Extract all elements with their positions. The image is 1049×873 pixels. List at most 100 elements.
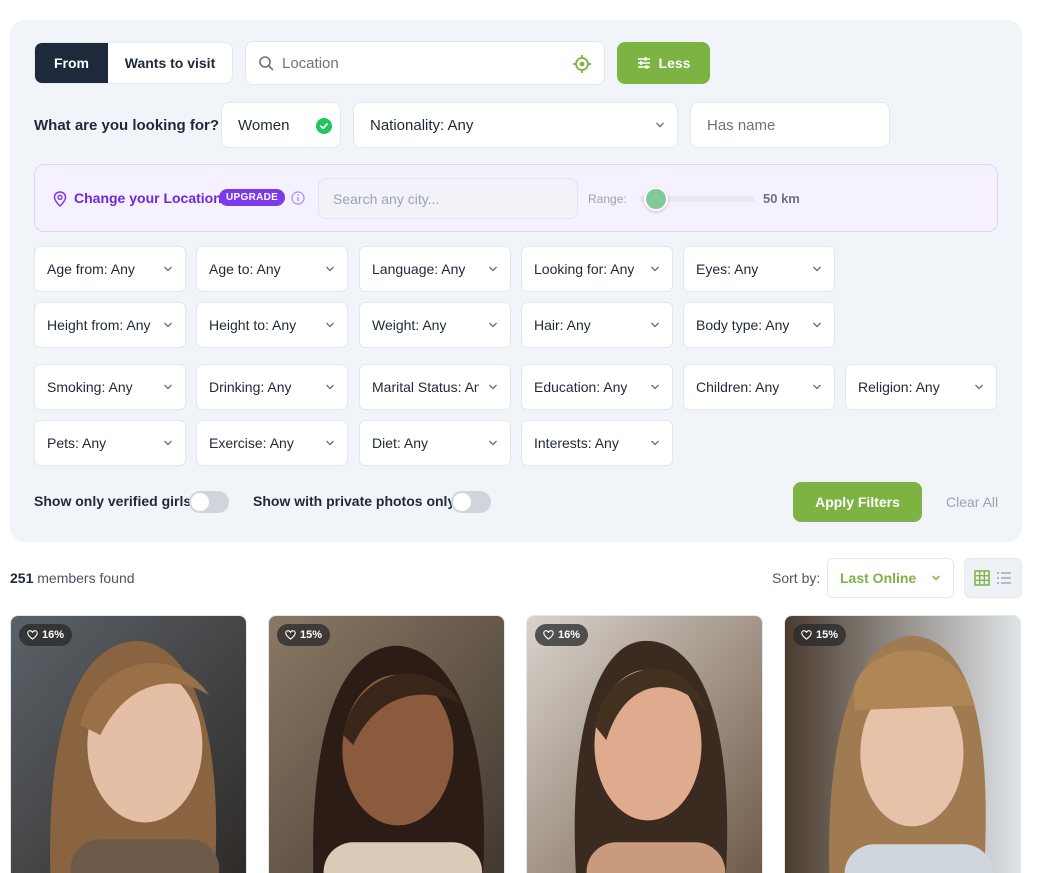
- filter-select[interactable]: Age to: Any: [196, 246, 348, 292]
- filter-select[interactable]: Looking for: Any: [521, 246, 673, 292]
- match-badge: 15%: [793, 624, 847, 646]
- private-photos-switch[interactable]: [451, 491, 491, 513]
- filter-select-label: Eyes: Any: [696, 261, 759, 277]
- range-slider-handle[interactable]: [644, 187, 668, 211]
- member-card[interactable]: 15%: [784, 615, 1021, 873]
- info-icon[interactable]: [291, 191, 305, 205]
- filter-select[interactable]: Height from: Any: [34, 302, 186, 348]
- filter-select[interactable]: Drinking: Any: [196, 364, 348, 410]
- sliders-icon: [637, 57, 650, 69]
- filter-select-label: Education: Any: [534, 379, 628, 395]
- filter-select[interactable]: Pets: Any: [34, 420, 186, 466]
- filter-select-label: Diet: Any: [372, 435, 429, 451]
- city-search-input[interactable]: Search any city...: [318, 178, 578, 219]
- sort-select[interactable]: Last Online: [827, 558, 954, 598]
- match-badge: 16%: [535, 624, 589, 646]
- check-icon: [316, 118, 332, 134]
- filter-select-label: Weight: Any: [372, 317, 447, 333]
- chevron-down-icon: [651, 384, 659, 390]
- member-card[interactable]: 16%: [526, 615, 763, 873]
- mode-wants-to-visit-button[interactable]: Wants to visit: [108, 43, 232, 83]
- filter-select[interactable]: Exercise: Any: [196, 420, 348, 466]
- member-photo: [527, 616, 762, 873]
- filter-select-label: Exercise: Any: [209, 435, 294, 451]
- filter-select[interactable]: Height to: Any: [196, 302, 348, 348]
- chevron-down-icon: [813, 266, 821, 272]
- less-filters-button[interactable]: Less: [617, 42, 710, 84]
- heart-icon: [27, 630, 38, 640]
- map-pin-icon: [53, 191, 67, 207]
- filter-select-label: Looking for: Any: [534, 261, 635, 277]
- chevron-down-icon: [326, 266, 334, 272]
- chevron-down-icon: [931, 575, 941, 581]
- location-input[interactable]: Location: [245, 41, 605, 85]
- filter-select[interactable]: Weight: Any: [359, 302, 511, 348]
- search-icon: [259, 56, 274, 71]
- member-card[interactable]: 15%: [268, 615, 505, 873]
- filter-select-label: Height from: Any: [47, 317, 151, 333]
- chevron-down-icon: [489, 322, 497, 328]
- filter-select[interactable]: Eyes: Any: [683, 246, 835, 292]
- filter-select-label: Hair: Any: [534, 317, 591, 333]
- mode-from-button[interactable]: From: [35, 43, 108, 83]
- chevron-down-icon: [326, 384, 334, 390]
- chevron-down-icon: [651, 266, 659, 272]
- filter-select-label: Age to: Any: [209, 261, 281, 277]
- has-name-placeholder: Has name: [707, 116, 776, 134]
- match-percent: 15%: [816, 629, 839, 641]
- nationality-value: Nationality: Any: [370, 116, 474, 134]
- chevron-down-icon: [651, 322, 659, 328]
- filter-select[interactable]: Interests: Any: [521, 420, 673, 466]
- filter-select-label: Age from: Any: [47, 261, 135, 277]
- filter-select-label: Pets: Any: [47, 435, 107, 451]
- members-count: 251 members found: [10, 570, 135, 586]
- less-label: Less: [658, 55, 691, 71]
- chevron-down-icon: [326, 440, 334, 446]
- heart-icon: [801, 630, 812, 640]
- heart-icon: [543, 630, 554, 640]
- chevron-down-icon: [164, 440, 172, 446]
- member-card[interactable]: 16%: [10, 615, 247, 873]
- filter-select[interactable]: Age from: Any: [34, 246, 186, 292]
- change-location-label[interactable]: Change your Location: [74, 190, 222, 206]
- filter-select-label: Body type: Any: [696, 317, 790, 333]
- heart-icon: [285, 630, 296, 640]
- locate-me-icon[interactable]: [572, 54, 592, 74]
- has-name-input[interactable]: Has name: [690, 102, 890, 148]
- nationality-select[interactable]: Nationality: Any: [353, 102, 678, 148]
- filter-select[interactable]: Body type: Any: [683, 302, 835, 348]
- filter-select[interactable]: Language: Any: [359, 246, 511, 292]
- filter-select-label: Drinking: Any: [209, 379, 292, 395]
- filter-select[interactable]: Diet: Any: [359, 420, 511, 466]
- filter-select[interactable]: Marital Status: Any: [359, 364, 511, 410]
- sort-by-label: Sort by:: [772, 570, 821, 586]
- change-location-band: Change your Location UPGRADE Search any …: [34, 164, 998, 232]
- filter-select-label: Interests: Any: [534, 435, 619, 451]
- member-photo: [269, 616, 504, 873]
- upgrade-badge[interactable]: UPGRADE: [219, 189, 286, 206]
- filter-select-label: Language: Any: [372, 261, 466, 277]
- match-badge: 15%: [277, 624, 331, 646]
- clear-all-button[interactable]: Clear All: [946, 494, 998, 510]
- list-view-icon[interactable]: [995, 569, 1013, 587]
- filter-select[interactable]: Education: Any: [521, 364, 673, 410]
- filter-select[interactable]: Hair: Any: [521, 302, 673, 348]
- members-count-suffix: members found: [33, 570, 135, 586]
- location-placeholder: Location: [282, 54, 339, 72]
- member-photo: [785, 616, 1020, 873]
- grid-view-icon[interactable]: [973, 569, 991, 587]
- verified-only-switch[interactable]: [189, 491, 229, 513]
- match-percent: 16%: [558, 629, 581, 641]
- range-label: Range:: [588, 192, 627, 206]
- gender-select[interactable]: Women: [221, 102, 341, 148]
- filter-select-label: Height to: Any: [209, 317, 297, 333]
- filter-select[interactable]: Religion: Any: [845, 364, 997, 410]
- filter-select[interactable]: Children: Any: [683, 364, 835, 410]
- filter-select-label: Marital Status: Any: [372, 379, 479, 395]
- apply-filters-button[interactable]: Apply Filters: [793, 482, 922, 522]
- filter-select[interactable]: Smoking: Any: [34, 364, 186, 410]
- mode-toggle: From Wants to visit: [34, 42, 233, 84]
- chevron-down-icon: [651, 440, 659, 446]
- filter-select-label: Religion: Any: [858, 379, 940, 395]
- chevron-down-icon: [326, 322, 334, 328]
